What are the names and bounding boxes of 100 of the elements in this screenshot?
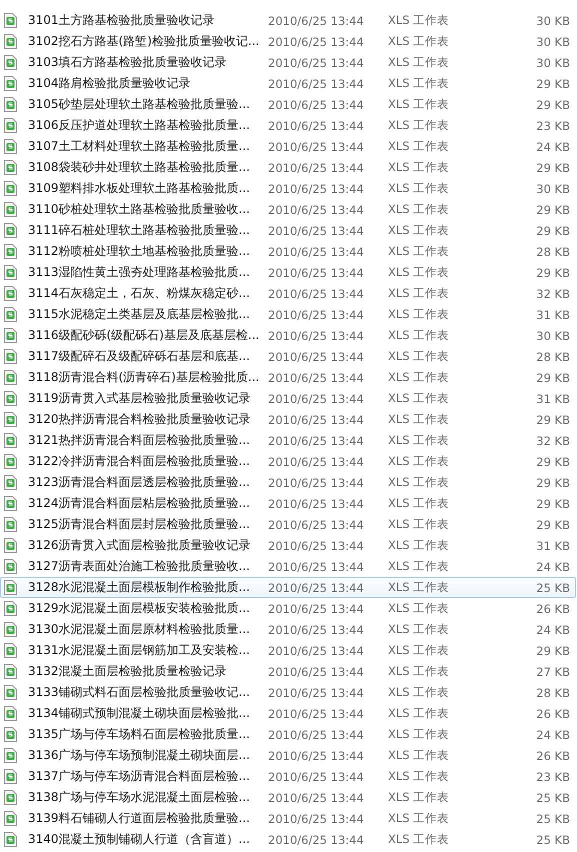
file-row[interactable]: 3128水泥混凝土面层模板制作检验批质... 2010/6/25 13:44 XLS 工作表 25 KB xyxy=(0,577,576,598)
file-size: 29 KB xyxy=(536,224,571,238)
modified-date: 2010/6/25 13:44 xyxy=(268,602,365,616)
file-size: 30 KB xyxy=(536,34,571,48)
spreadsheet-file-icon xyxy=(4,601,17,616)
modified-date: 2010/6/25 13:44 xyxy=(268,790,365,804)
modified-date: 2010/6/25 13:44 xyxy=(268,76,365,90)
modified-date: 2010/6/25 13:44 xyxy=(268,476,365,490)
file-type: XLS 工作表 xyxy=(388,622,450,637)
file-row[interactable]: 3139料石铺砌人行道面层检验批质量验... 2010/6/25 13:44 XLS 工作表 25 KB xyxy=(0,808,576,829)
file-type: XLS 工作表 xyxy=(388,370,450,385)
file-name: 3136广场与停车场预制混凝土砌块面层... xyxy=(28,747,251,764)
file-row[interactable]: 3123沥青混合料面层透层检验批质量验... 2010/6/25 13:44 XLS 工作表 29 KB xyxy=(0,472,576,493)
file-row[interactable]: 3135广场与停车场料石面层检验批质量... 2010/6/25 13:44 XLS 工作表 24 KB xyxy=(0,724,576,745)
file-size: 30 KB xyxy=(536,328,571,342)
file-row[interactable]: 3107土工材料处理软土路基检验批质量... 2010/6/25 13:44 XLS 工作表 24 KB xyxy=(0,136,576,157)
file-row[interactable]: 3140混凝土预制铺砌人行道（含盲道）... 2010/6/25 13:44 XLS 工作表 25 KB xyxy=(0,829,576,850)
modified-date: 2010/6/25 13:44 xyxy=(268,412,365,426)
file-row[interactable]: 3131水泥混凝土面层钢筋加工及安装检... 2010/6/25 13:44 XLS 工作表 29 KB xyxy=(0,640,576,661)
file-row[interactable]: 3103填石方路基检验批质量验收记录 2010/6/25 13:44 XLS 工作表 30 KB xyxy=(0,52,576,73)
spreadsheet-file-icon xyxy=(4,97,17,112)
modified-date: 2010/6/25 13:44 xyxy=(268,434,365,448)
file-row[interactable]: 3134铺砌式预制混凝土砌块面层检验批... 2010/6/25 13:44 XLS 工作表 26 KB xyxy=(0,703,576,724)
modified-date: 2010/6/25 13:44 xyxy=(268,580,365,594)
file-row[interactable]: 3132混凝土面层检验批质量检验记录 2010/6/25 13:44 XLS 工作表 27 KB xyxy=(0,661,576,682)
file-row[interactable]: 3110砂桩处理软土路基检验批质量验收... 2010/6/25 13:44 XLS 工作表 29 KB xyxy=(0,199,576,220)
file-row[interactable]: 3125沥青混合料面层封层检验批质量验... 2010/6/25 13:44 XLS 工作表 29 KB xyxy=(0,514,576,535)
file-row[interactable]: 3117级配碎石及级配碎砾石基层和底基... 2010/6/25 13:44 XLS 工作表 28 KB xyxy=(0,346,576,367)
file-type: XLS 工作表 xyxy=(388,454,450,469)
modified-date: 2010/6/25 13:44 xyxy=(268,644,365,658)
file-size: 25 KB xyxy=(536,812,571,826)
file-row[interactable]: 3122冷拌沥青混合料面层检验批质量验... 2010/6/25 13:44 XLS 工作表 29 KB xyxy=(0,451,576,472)
file-row[interactable]: 3136广场与停车场预制混凝土砌块面层... 2010/6/25 13:44 XLS 工作表 26 KB xyxy=(0,745,576,766)
file-size: 24 KB xyxy=(536,728,571,742)
file-type: XLS 工作表 xyxy=(388,328,450,343)
file-name: 3118沥青混合料(沥青碎石)基层检验批质... xyxy=(28,369,260,386)
file-row[interactable]: 3109塑料排水板处理软土路基检验批质... 2010/6/25 13:44 XLS 工作表 30 KB xyxy=(0,178,576,199)
file-name: 3139料石铺砌人行道面层检验批质量验... xyxy=(28,810,251,827)
file-name: 3137广场与停车场沥青混合料面层检验... xyxy=(28,768,251,785)
file-size: 30 KB xyxy=(536,14,571,28)
file-row[interactable]: 3121热拌沥青混合料面层检验批质量验... 2010/6/25 13:44 XLS 工作表 32 KB xyxy=(0,430,576,451)
file-row[interactable]: 3127沥青表面处治施工检验批质量验收... 2010/6/25 13:44 XLS 工作表 24 KB xyxy=(0,556,576,577)
file-row[interactable]: 3129水泥混凝土面层模板安装检验批质... 2010/6/25 13:44 XLS 工作表 26 KB xyxy=(0,598,576,619)
file-type: XLS 工作表 xyxy=(388,202,450,217)
spreadsheet-file-icon xyxy=(4,580,17,595)
spreadsheet-file-icon xyxy=(4,412,17,427)
file-row[interactable]: 3114石灰稳定土，石灰、粉煤灰稳定砂... 2010/6/25 13:44 XLS 工作表 32 KB xyxy=(0,283,576,304)
file-row[interactable]: 3130水泥混凝土面层原材料检验批质量... 2010/6/25 13:44 XLS 工作表 24 KB xyxy=(0,619,576,640)
file-size: 31 KB xyxy=(536,538,571,552)
file-row[interactable]: 3111碎石桩处理软土路基检验批质量验... 2010/6/25 13:44 XLS 工作表 29 KB xyxy=(0,220,576,241)
file-name: 3111碎石桩处理软土路基检验批质量验... xyxy=(28,222,251,239)
file-row[interactable]: 3112粉喷桩处理软土地基检验批质量验... 2010/6/25 13:44 XLS 工作表 28 KB xyxy=(0,241,576,262)
file-type: XLS 工作表 xyxy=(388,391,450,406)
file-row[interactable]: 3133铺砌式料石面层检验批质量验收记... 2010/6/25 13:44 XLS 工作表 28 KB xyxy=(0,682,576,703)
file-size: 27 KB xyxy=(536,664,571,678)
file-name: 3140混凝土预制铺砌人行道（含盲道）... xyxy=(28,831,251,848)
file-row[interactable]: 3104路肩检验批质量验收记录 2010/6/25 13:44 XLS 工作表 29 KB xyxy=(0,73,576,94)
spreadsheet-file-icon xyxy=(4,265,17,280)
file-row[interactable]: 3119沥青贯入式基层检验批质量验收记录 2010/6/25 13:44 XLS 工作表 31 KB xyxy=(0,388,576,409)
file-row[interactable]: 3115水泥稳定土类基层及底基层检验批... 2010/6/25 13:44 XLS 工作表 31 KB xyxy=(0,304,576,325)
file-size: 25 KB xyxy=(536,790,571,804)
file-type: XLS 工作表 xyxy=(388,496,450,511)
file-row[interactable]: 3120热拌沥青混合料检验批质量验收记录 2010/6/25 13:44 XLS 工作表 29 KB xyxy=(0,409,576,430)
file-type: XLS 工作表 xyxy=(388,265,450,280)
file-size: 29 KB xyxy=(536,76,571,90)
file-name: 3103填石方路基检验批质量验收记录 xyxy=(28,54,228,71)
file-row[interactable]: 3108袋装砂井处理软土路基检验批质量... 2010/6/25 13:44 XLS 工作表 29 KB xyxy=(0,157,576,178)
file-type: XLS 工作表 xyxy=(388,517,450,532)
file-name: 3116级配砂砾(级配砾石)基层及底基层检... xyxy=(28,327,260,344)
file-row[interactable]: 3116级配砂砾(级配砾石)基层及底基层检... 2010/6/25 13:44 XLS 工作表 30 KB xyxy=(0,325,576,346)
file-type: XLS 工作表 xyxy=(388,118,450,133)
spreadsheet-file-icon xyxy=(4,118,17,133)
file-size: 29 KB xyxy=(536,202,571,216)
file-row[interactable]: 3101土方路基检验批质量验收记录 2010/6/25 13:44 XLS 工作表 30 KB xyxy=(0,10,576,31)
modified-date: 2010/6/25 13:44 xyxy=(268,496,365,510)
file-row[interactable]: 3105砂垫层处理软土路基检验批质量验... 2010/6/25 13:44 XLS 工作表 29 KB xyxy=(0,94,576,115)
file-row[interactable]: 3106反压护道处理软土路基检验批质量... 2010/6/25 13:44 XLS 工作表 23 KB xyxy=(0,115,576,136)
file-size: 26 KB xyxy=(536,748,571,762)
file-name: 3102挖石方路基(路堑)检验批质量验收记... xyxy=(28,33,260,50)
file-name: 3114石灰稳定土，石灰、粉煤灰稳定砂... xyxy=(28,285,251,302)
modified-date: 2010/6/25 13:44 xyxy=(268,34,365,48)
spreadsheet-file-icon xyxy=(4,832,17,847)
file-row[interactable]: 3126沥青贯入式面层检验批质量验收记录 2010/6/25 13:44 XLS 工作表 31 KB xyxy=(0,535,576,556)
file-row[interactable]: 3118沥青混合料(沥青碎石)基层检验批质... 2010/6/25 13:44 XLS 工作表 29 KB xyxy=(0,367,576,388)
file-type: XLS 工作表 xyxy=(388,223,450,238)
spreadsheet-file-icon xyxy=(4,664,17,679)
spreadsheet-file-icon xyxy=(4,34,17,49)
modified-date: 2010/6/25 13:44 xyxy=(268,182,365,196)
file-name: 3110砂桩处理软土路基检验批质量验收... xyxy=(28,201,251,218)
file-row[interactable]: 3113湿陷性黄土强夯处理路基检验批质... 2010/6/25 13:44 XLS 工作表 29 KB xyxy=(0,262,576,283)
file-name: 3135广场与停车场料石面层检验批质量... xyxy=(28,726,251,743)
file-row[interactable]: 3137广场与停车场沥青混合料面层检验... 2010/6/25 13:44 XLS 工作表 23 KB xyxy=(0,766,576,787)
file-row[interactable]: 3124沥青混合料面层粘层检验批质量验... 2010/6/25 13:44 XLS 工作表 29 KB xyxy=(0,493,576,514)
file-row[interactable]: 3102挖石方路基(路堑)检验批质量验收记... 2010/6/25 13:44 XLS 工作表 30 KB xyxy=(0,31,576,52)
file-name: 3117级配碎石及级配碎砾石基层和底基... xyxy=(28,348,251,365)
spreadsheet-file-icon xyxy=(4,790,17,805)
modified-date: 2010/6/25 13:44 xyxy=(268,812,365,826)
file-name: 3124沥青混合料面层粘层检验批质量验... xyxy=(28,495,251,512)
file-name: 3131水泥混凝土面层钢筋加工及安装检... xyxy=(28,642,251,659)
file-row[interactable]: 3138广场与停车场水泥混凝土面层检验... 2010/6/25 13:44 XLS 工作表 25 KB xyxy=(0,787,576,808)
